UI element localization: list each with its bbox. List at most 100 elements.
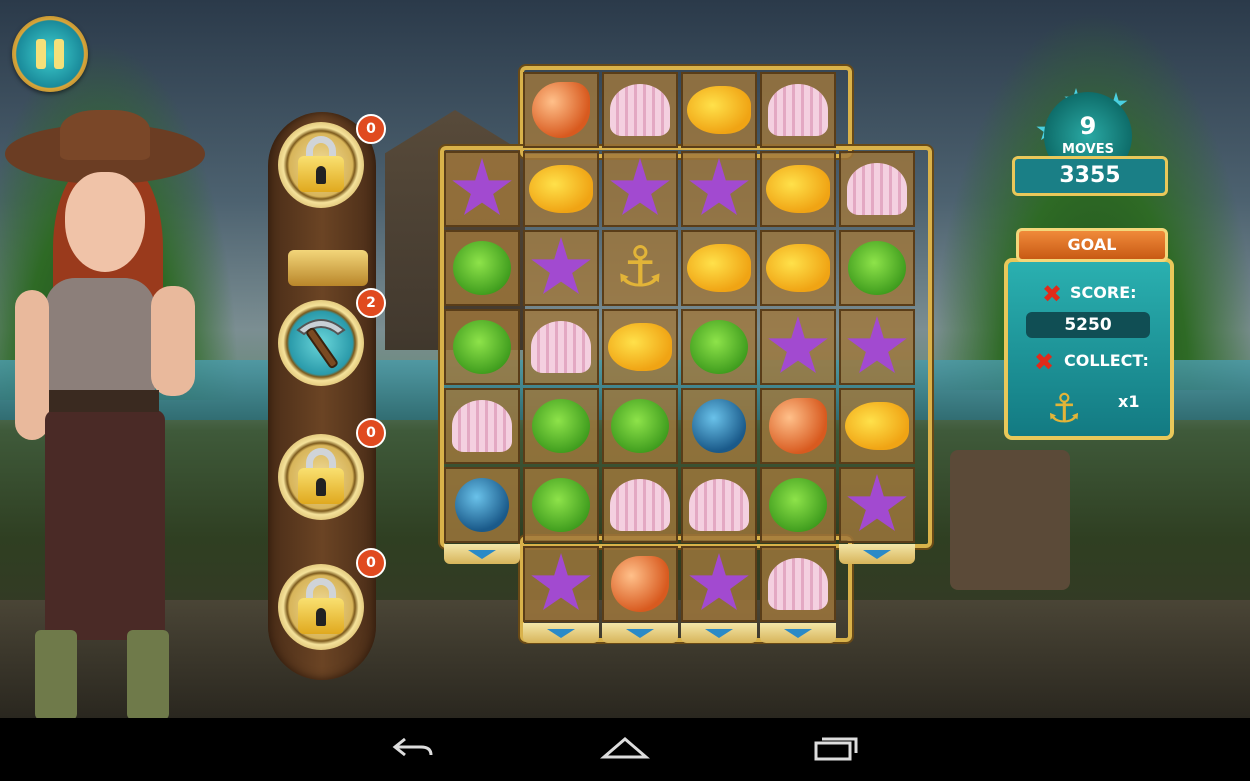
board-cell[interactable] (760, 230, 836, 306)
shell-piece (847, 163, 907, 215)
puffer-piece (690, 320, 748, 374)
fish-piece (766, 165, 830, 213)
fish-piece (687, 244, 751, 292)
board-cell[interactable]: ⚓ (602, 230, 678, 306)
board-cell[interactable] (444, 388, 520, 464)
booster-divider (288, 250, 368, 286)
puffer-piece (532, 399, 590, 453)
board-cell[interactable] (681, 230, 757, 306)
goal-score-target: 5250 (1026, 312, 1150, 338)
drop-arrow-tab (602, 623, 678, 643)
back-icon (392, 737, 433, 757)
character-hat-crown (60, 110, 150, 160)
board-cell[interactable] (681, 388, 757, 464)
drop-arrow-tab (523, 623, 599, 643)
board-cell[interactable] (839, 151, 915, 227)
goal-title: GOAL (1016, 228, 1168, 262)
board-cell[interactable] (839, 388, 915, 464)
character-belt (49, 390, 159, 412)
booster-count-badge: 2 (356, 288, 386, 318)
puffer-piece (769, 478, 827, 532)
fish-piece (845, 402, 909, 450)
board-cell[interactable] (681, 151, 757, 227)
board-cell[interactable] (602, 467, 678, 543)
booster-count-badge: 0 (356, 114, 386, 144)
character-boot-left (35, 630, 77, 718)
board-cell[interactable] (523, 230, 599, 306)
arrow-down-icon (784, 628, 812, 638)
board-cell[interactable] (760, 309, 836, 385)
booster-slot-1[interactable] (278, 122, 364, 208)
board-cell[interactable] (523, 72, 599, 148)
pause-icon-bar (54, 39, 64, 69)
booster-slot-4[interactable] (278, 564, 364, 650)
drop-arrow-tab (681, 623, 757, 643)
puffer-piece (848, 241, 906, 295)
recents-icon (814, 737, 858, 761)
star-piece (610, 158, 670, 216)
board-cell[interactable] (760, 546, 836, 622)
board-cell[interactable] (760, 467, 836, 543)
recents-button[interactable] (806, 728, 866, 768)
arrow-down-icon (468, 549, 496, 559)
pause-button[interactable] (12, 16, 88, 92)
bomb-piece (455, 478, 509, 532)
home-icon (600, 737, 650, 759)
booster-slot-pickaxe[interactable] (278, 300, 364, 386)
shell-piece (531, 321, 591, 373)
drop-arrow-tab (760, 623, 836, 643)
board-cell[interactable] (602, 72, 678, 148)
board-cell[interactable] (523, 151, 599, 227)
fish-piece (529, 165, 593, 213)
character-arm-left (15, 290, 49, 440)
board-cell[interactable] (839, 309, 915, 385)
board-cell[interactable] (760, 388, 836, 464)
board-cell[interactable] (444, 309, 520, 385)
star-piece (531, 237, 591, 295)
board-cell[interactable] (839, 230, 915, 306)
arrow-down-icon (705, 628, 733, 638)
board-cell[interactable] (681, 467, 757, 543)
incomplete-x-icon: ✖ (1042, 280, 1063, 308)
board-cell[interactable] (444, 151, 520, 227)
board-cell[interactable] (681, 546, 757, 622)
board-cell[interactable] (444, 467, 520, 543)
board-cell[interactable] (602, 388, 678, 464)
board-cell[interactable] (681, 72, 757, 148)
board-cell[interactable] (602, 309, 678, 385)
board-cell[interactable] (523, 388, 599, 464)
board-cell[interactable] (839, 467, 915, 543)
board-cell[interactable] (602, 151, 678, 227)
booster-count-badge: 0 (356, 548, 386, 578)
board-cell[interactable] (523, 309, 599, 385)
shell-piece (610, 84, 670, 136)
board-cell[interactable] (760, 72, 836, 148)
moves-label: MOVES (1062, 142, 1114, 157)
board-cell[interactable] (681, 309, 757, 385)
shell-piece (768, 558, 828, 610)
star-piece (768, 316, 828, 374)
arrow-down-icon (547, 628, 575, 638)
character-boot-right (127, 630, 169, 718)
board-cell[interactable] (760, 151, 836, 227)
board-cell[interactable] (523, 546, 599, 622)
star-piece (452, 158, 512, 216)
anchor-icon: ⚓ (1046, 386, 1082, 432)
shell-piece (768, 84, 828, 136)
back-button[interactable] (383, 728, 443, 768)
board-cell[interactable] (444, 230, 520, 306)
character-face (65, 172, 145, 272)
goal-score-label: SCORE: (1070, 283, 1137, 302)
booster-count-badge: 0 (356, 418, 386, 448)
fish-piece (687, 86, 751, 134)
puffer-piece (532, 478, 590, 532)
anchor-piece: ⚓ (614, 235, 666, 300)
home-button[interactable] (595, 728, 655, 768)
board-cell[interactable] (602, 546, 678, 622)
score-value: 3355 (1012, 156, 1168, 196)
puffer-piece (453, 241, 511, 295)
android-navigation-bar (0, 718, 1250, 781)
star-piece (847, 474, 907, 532)
booster-slot-3[interactable] (278, 434, 364, 520)
board-cell[interactable] (523, 467, 599, 543)
